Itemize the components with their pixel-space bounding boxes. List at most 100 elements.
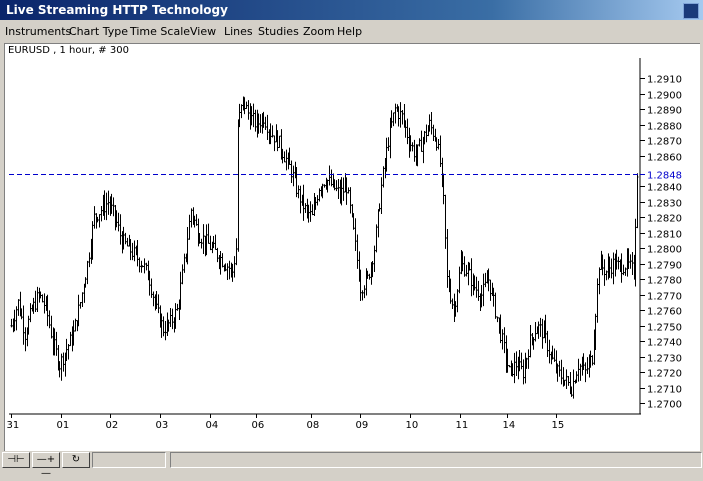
menu-chart-type[interactable]: Chart Type [69,25,128,38]
ohlc-bar [17,299,20,316]
ohlc-bar [304,203,307,213]
ohlc-bar [456,289,459,313]
price-tick-label: 1.2790 [647,261,682,272]
status-bar: ⊣⊢ —+— ↻ [0,451,703,479]
ohlc-bar [401,109,404,125]
price-tick-label: 1.2730 [647,354,682,365]
ohlc-bar [363,285,366,299]
refresh-button[interactable]: ↻ [62,452,90,468]
title-bar: Live Streaming HTTP Technology [0,0,703,20]
ohlc-bar [264,116,267,130]
ohlc-bar [418,138,421,147]
ohlc-bar [209,235,212,251]
ohlc-bar [444,194,447,249]
ohlc-bar [266,114,269,140]
ohlc-bar [216,247,219,263]
time-tick-label: 11 [456,420,469,431]
ohlc-bar [558,360,561,377]
ohlc-bar [546,330,549,357]
ohlc-bar [394,103,397,124]
ohlc-bar [48,310,51,329]
menu-lines[interactable]: Lines [224,25,253,38]
zoom-fit-button[interactable]: ⊣⊢ [2,452,30,468]
window-control-button[interactable] [683,3,699,19]
ohlc-bar [55,331,58,356]
ohlc-bar [200,238,203,249]
ohlc-bar [112,197,115,217]
menu-zoom[interactable]: Zoom [303,25,335,38]
ohlc-bar [188,214,191,240]
ohlc-bar [219,251,222,275]
ohlc-bar [299,185,302,214]
ohlc-bar [548,339,551,364]
ohlc-bar [605,270,608,281]
ohlc-bar [541,318,544,349]
ohlc-bar [356,234,359,269]
ohlc-bar [181,264,184,285]
ohlc-bar [572,369,575,399]
ohlc-bar [36,286,39,312]
menu-studies[interactable]: Studies [258,25,299,38]
menu-view[interactable]: View [190,25,216,38]
ohlc-bar [430,112,433,135]
ohlc-bar [100,205,103,222]
ohlc-bar [176,303,179,311]
ohlc-bar [596,278,599,323]
menu-time-scale[interactable]: Time Scale [130,25,190,38]
price-tick-label: 1.2840 [647,183,682,194]
ohlc-bar [382,166,385,188]
ohlc-bar [584,362,587,383]
ohlc-bar [624,267,627,276]
ohlc-bar [634,218,637,287]
menu-instruments[interactable]: Instruments [5,25,71,38]
ohlc-bar [34,290,37,313]
ohlc-bar [10,318,13,328]
ohlc-bar [458,266,461,294]
ohlc-bar [60,353,63,381]
ohlc-bar [311,204,314,216]
ohlc-bar [169,307,172,328]
ohlc-bar [603,259,606,286]
ohlc-bar [484,272,487,288]
ohlc-bar [117,212,120,232]
ohlc-bar [591,355,594,366]
ohlc-bar [126,237,129,247]
time-tick-label: 06 [252,420,265,431]
ohlc-bar [612,252,615,285]
ohlc-bar [179,271,182,310]
ohlc-bar [235,238,238,266]
ohlc-bar [88,252,91,268]
price-tick-label: 1.2810 [647,230,682,241]
app-window: Live Streaming HTTP Technology Instrumen… [0,0,703,479]
price-tick-label: 1.2750 [647,323,682,334]
ohlc-bar [347,187,350,194]
price-chart[interactable]: 1.2700 1.2710 1.2720 1.2730 1.2740 1.2750 1.27… [5,44,700,451]
ohlc-bar [93,206,96,229]
ohlc-bar [399,102,402,128]
time-tick-label: 09 [356,420,369,431]
ohlc-bar [330,169,333,187]
ohlc-bar [446,229,449,288]
ohlc-bar [508,365,511,368]
ohlc-bar [69,331,72,347]
ohlc-bar [119,214,122,245]
price-tick-label: 1.2760 [647,307,682,318]
ohlc-bar [207,223,210,244]
menu-help[interactable]: Help [337,25,362,38]
ohlc-bar [228,260,231,280]
ohlc-bar [520,352,523,370]
ohlc-bar [586,357,589,374]
time-tick-label: 04 [206,420,219,431]
ohlc-bar [74,318,77,332]
ohlc-bar [138,257,141,273]
ohlc-bar [560,359,563,385]
ohlc-bar [392,112,395,127]
ohlc-bar [373,245,376,272]
crosshair-button[interactable]: —+— [32,452,60,479]
ohlc-bar [567,375,570,386]
ohlc-bar [254,109,257,132]
time-tick-label: 02 [106,420,119,431]
chart-panel[interactable]: EURUSD , 1 hour, # 300 1.2700 1.2710 1.272… [4,43,700,451]
ohlc-bar [29,303,32,323]
ohlc-bar [411,142,414,152]
